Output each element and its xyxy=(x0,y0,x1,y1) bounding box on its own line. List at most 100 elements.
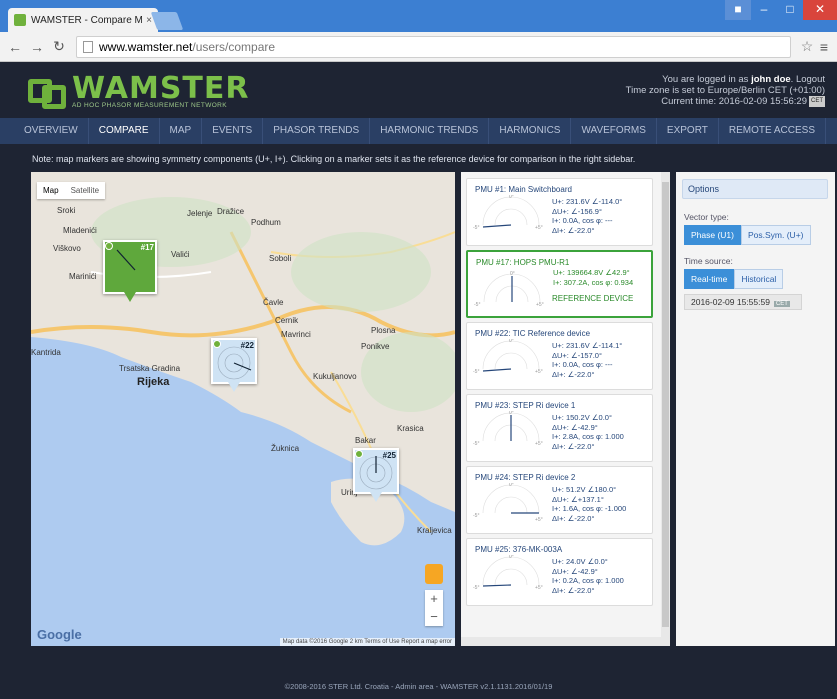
reload-icon[interactable]: ↻ xyxy=(50,38,68,55)
bookmark-star-icon[interactable]: ☆ xyxy=(797,38,817,55)
pmu-card-22[interactable]: PMU #22: TIC Reference device -5° +5° 0° U… xyxy=(466,322,653,390)
browser-tab[interactable]: WAMSTER - Compare Me × xyxy=(8,8,158,32)
login-prefix: You are logged in as xyxy=(662,74,749,85)
pmu-title: PMU #22: TIC Reference device xyxy=(475,329,591,338)
pmu-i: I+: 0.0A, cos φ: --- xyxy=(552,360,613,369)
svg-text:0°: 0° xyxy=(509,339,514,344)
pmu-du: ΔU+: ∠-42.9° xyxy=(552,422,598,432)
vertical-scrollbar[interactable] xyxy=(661,172,670,646)
time-source-label: Time source: xyxy=(684,256,733,266)
place-label: Dražice xyxy=(217,207,245,216)
svg-text:0°: 0° xyxy=(509,555,514,560)
pmu-i: I+: 307.2A, cos φ: 0.934 xyxy=(553,277,634,287)
close-window-icon[interactable]: ✕ xyxy=(803,0,837,20)
profile-icon[interactable]: ■ xyxy=(725,0,751,20)
pmu-title: PMU #24: STEP Ri device 2 xyxy=(475,473,576,482)
map-marker-25[interactable]: #25 xyxy=(353,448,399,506)
map-type-map[interactable]: Map xyxy=(37,182,65,199)
zoom-control: + − xyxy=(425,590,443,626)
nav-map[interactable]: MAP xyxy=(160,118,203,144)
marker-phasor-icon xyxy=(217,346,252,380)
historical-button[interactable]: Historical xyxy=(734,269,784,289)
calendar-icon[interactable]: CET xyxy=(773,301,790,307)
place-label: Kraljevica xyxy=(417,526,452,535)
nav-events[interactable]: EVENTS xyxy=(202,118,264,144)
date-value: 2016-02-09 15:55:59 xyxy=(691,297,770,307)
place-label: Plosna xyxy=(371,326,396,335)
tab-close-icon[interactable]: × xyxy=(146,15,152,26)
new-tab-button[interactable] xyxy=(150,12,184,30)
svg-text:0°: 0° xyxy=(509,411,514,416)
nav-phasor-trends[interactable]: PHASOR TRENDS xyxy=(263,118,371,144)
marker-phasor-icon xyxy=(116,249,136,271)
wamster-logo[interactable]: WAMSTER AD HOC PHASOR MEASUREMENT NETWOR… xyxy=(28,74,249,109)
phasor-diagram-icon: -5° +5° 0° xyxy=(473,483,543,523)
scrollbar-thumb[interactable] xyxy=(662,182,669,627)
realtime-button[interactable]: Real-time xyxy=(684,269,735,289)
nav-harmonic-trends[interactable]: HARMONIC TRENDS xyxy=(370,118,490,144)
map-note: Note: map markers are showing symmetry c… xyxy=(32,154,636,164)
pmu-u: U+: 150.2V ∠0.0° xyxy=(552,413,612,422)
tab-title: WAMSTER - Compare Me xyxy=(31,14,143,26)
marker-phasor-icon xyxy=(359,456,393,490)
logout-link[interactable]: Logout xyxy=(796,74,825,85)
browser-menu-icon[interactable]: ≡ xyxy=(817,39,831,55)
street-view-pegman-icon[interactable] xyxy=(425,564,443,584)
pmu-u: U+: 51.2V ∠180.0° xyxy=(552,485,617,494)
map-type-satellite[interactable]: Satellite xyxy=(65,182,105,199)
horizontal-scrollbar[interactable] xyxy=(461,637,661,646)
place-label: Podhum xyxy=(251,218,281,227)
place-label: Trsatska Gradina xyxy=(119,364,181,373)
pmu-card-25[interactable]: PMU #25: 376-MK-003A -5° +5° 0° U+: 24.0V … xyxy=(466,538,653,606)
phasor-diagram-icon: -5° +5° 0° xyxy=(473,195,543,231)
pmu-card-17-reference[interactable]: PMU #17: HOPS PMU-R1 -5° +5° 0° U+: 139664… xyxy=(466,250,653,318)
nav-harmonics[interactable]: HARMONICS xyxy=(489,118,572,144)
map-marker-22[interactable]: #22 xyxy=(211,338,257,396)
minimize-icon[interactable]: – xyxy=(751,0,777,20)
svg-text:-5°: -5° xyxy=(473,513,479,519)
pmu-card-24[interactable]: PMU #24: STEP Ri device 2 -5° +5° 0° U+: 5… xyxy=(466,466,653,534)
place-label: Ponikve xyxy=(361,342,390,351)
phase-u1-button[interactable]: Phase (U1) xyxy=(684,225,741,245)
zoom-in-button[interactable]: + xyxy=(425,590,443,608)
favicon-icon xyxy=(14,14,26,26)
map-marker-17[interactable]: #17 xyxy=(103,240,157,302)
place-label: Čavle xyxy=(263,298,284,307)
pmu-card-1[interactable]: PMU #1: Main Switchboard -5° +5° 0° U+: 23… xyxy=(466,178,653,246)
svg-text:+5°: +5° xyxy=(535,369,543,375)
nav-compare[interactable]: COMPARE xyxy=(89,118,160,144)
footer-text: ©2008-2016 STER Ltd. Croatia - Admin are… xyxy=(284,682,553,691)
pos-sym-button[interactable]: Pos.Sym. (U+) xyxy=(741,225,811,245)
pmu-i: I+: 2.8A, cos φ: 1.000 xyxy=(552,432,624,441)
pmu-di: ΔI+: ∠-22.0° xyxy=(552,369,595,379)
nav-overview[interactable]: OVERVIEW xyxy=(14,118,89,144)
maximize-icon[interactable]: □ xyxy=(777,0,803,20)
nav-remote-access[interactable]: REMOTE ACCESS xyxy=(719,118,826,144)
pmu-list-panel[interactable]: PMU #1: Main Switchboard -5° +5° 0° U+: 23… xyxy=(461,172,670,646)
pmu-i: I+: 0.0A, cos φ: --- xyxy=(552,216,613,225)
pmu-card-23[interactable]: PMU #23: STEP Ri device 1 -5° +5° 0° U+: 1… xyxy=(466,394,653,462)
place-label: Kantrida xyxy=(31,348,61,357)
svg-text:-5°: -5° xyxy=(474,302,480,308)
options-header: Options xyxy=(682,179,828,199)
pmu-i: I+: 1.6A, cos φ: -1.000 xyxy=(552,504,627,513)
place-label: Žuknica xyxy=(271,444,300,453)
map-attribution: Map data ©2016 Google 2 km Terms of Use … xyxy=(279,638,455,646)
login-info: You are logged in as john doe. Logout Ti… xyxy=(625,74,825,108)
address-bar-row: ← → ↻ www.wamster.net/users/compare ☆ ≡ xyxy=(0,32,837,62)
url-field[interactable]: www.wamster.net/users/compare xyxy=(76,35,791,58)
nav-waveforms[interactable]: WAVEFORMS xyxy=(571,118,657,144)
calendar-badge: CET xyxy=(809,96,825,107)
page-icon xyxy=(83,40,93,53)
map-view[interactable]: Map Satellite Sroki Jelenje Dražice Mlad… xyxy=(31,172,455,646)
svg-text:0°: 0° xyxy=(510,271,515,277)
svg-text:-5°: -5° xyxy=(473,369,479,375)
options-sidebar: Options Vector type: Phase (U1) Pos.Sym.… xyxy=(676,172,835,646)
back-icon[interactable]: ← xyxy=(6,39,24,55)
url-domain: www.wamster.net xyxy=(99,39,193,54)
place-label: Cernik xyxy=(275,316,299,325)
date-field[interactable]: 2016-02-09 15:55:59 CET xyxy=(684,294,802,310)
forward-icon[interactable]: → xyxy=(28,39,46,55)
zoom-out-button[interactable]: − xyxy=(425,608,443,626)
nav-export[interactable]: EXPORT xyxy=(657,118,719,144)
